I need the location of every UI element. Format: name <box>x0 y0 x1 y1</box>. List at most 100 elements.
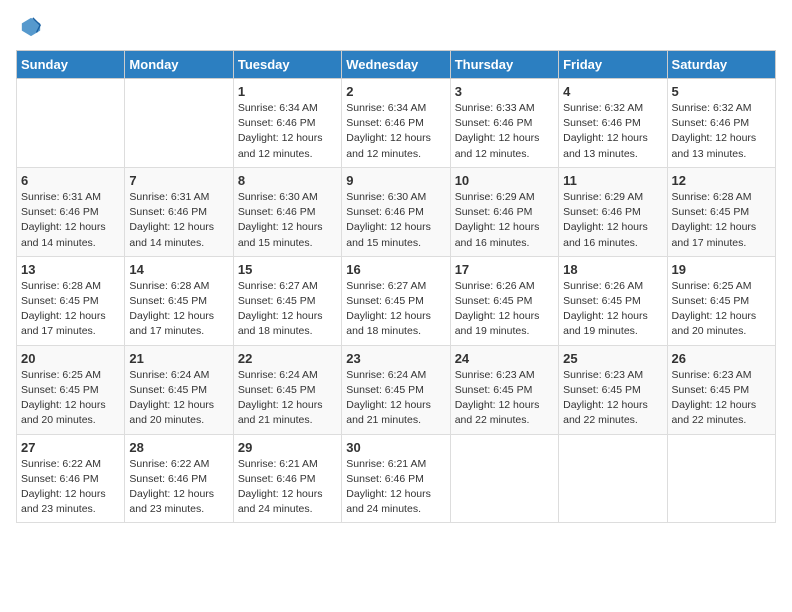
day-info: Sunrise: 6:31 AM Sunset: 6:46 PM Dayligh… <box>129 190 228 251</box>
day-number: 4 <box>563 84 662 99</box>
day-number: 26 <box>672 351 771 366</box>
day-info: Sunrise: 6:25 AM Sunset: 6:45 PM Dayligh… <box>21 368 120 429</box>
calendar-cell: 16 Sunrise: 6:27 AM Sunset: 6:45 PM Dayli… <box>342 256 450 345</box>
day-info: Sunrise: 6:28 AM Sunset: 6:45 PM Dayligh… <box>21 279 120 340</box>
calendar-cell: 26 Sunrise: 6:23 AM Sunset: 6:45 PM Dayli… <box>667 345 775 434</box>
day-info: Sunrise: 6:32 AM Sunset: 6:46 PM Dayligh… <box>672 101 771 162</box>
calendar-cell: 17 Sunrise: 6:26 AM Sunset: 6:45 PM Dayli… <box>450 256 558 345</box>
day-header-monday: Monday <box>125 51 233 79</box>
day-header-saturday: Saturday <box>667 51 775 79</box>
calendar-cell: 27 Sunrise: 6:22 AM Sunset: 6:46 PM Dayli… <box>17 434 125 523</box>
day-info: Sunrise: 6:26 AM Sunset: 6:45 PM Dayligh… <box>455 279 554 340</box>
day-number: 3 <box>455 84 554 99</box>
day-number: 18 <box>563 262 662 277</box>
day-number: 24 <box>455 351 554 366</box>
calendar-cell: 9 Sunrise: 6:30 AM Sunset: 6:46 PM Daylig… <box>342 167 450 256</box>
calendar-cell: 24Sunrise: 6:23 AM Sunset: 6:45 PM Dayli… <box>450 345 558 434</box>
day-number: 11 <box>563 173 662 188</box>
day-number: 8 <box>238 173 337 188</box>
day-header-friday: Friday <box>559 51 667 79</box>
day-number: 14 <box>129 262 228 277</box>
calendar-cell: 25 Sunrise: 6:23 AM Sunset: 6:45 PM Dayli… <box>559 345 667 434</box>
day-header-sunday: Sunday <box>17 51 125 79</box>
day-info: Sunrise: 6:28 AM Sunset: 6:45 PM Dayligh… <box>129 279 228 340</box>
calendar-cell: 12 Sunrise: 6:28 AM Sunset: 6:45 PM Dayli… <box>667 167 775 256</box>
day-number: 12 <box>672 173 771 188</box>
day-number: 28 <box>129 440 228 455</box>
calendar-cell: 4 Sunrise: 6:32 AM Sunset: 6:46 PM Daylig… <box>559 79 667 168</box>
calendar-cell: 23 Sunrise: 6:24 AM Sunset: 6:45 PM Dayli… <box>342 345 450 434</box>
day-number: 30 <box>346 440 445 455</box>
day-info: Sunrise: 6:28 AM Sunset: 6:45 PM Dayligh… <box>672 190 771 251</box>
calendar-cell: 2 Sunrise: 6:34 AM Sunset: 6:46 PM Daylig… <box>342 79 450 168</box>
day-info: Sunrise: 6:33 AM Sunset: 6:46 PM Dayligh… <box>455 101 554 162</box>
day-info: Sunrise: 6:27 AM Sunset: 6:45 PM Dayligh… <box>346 279 445 340</box>
calendar-cell: 15 Sunrise: 6:27 AM Sunset: 6:45 PM Dayli… <box>233 256 341 345</box>
calendar-cell <box>559 434 667 523</box>
day-number: 9 <box>346 173 445 188</box>
calendar-cell: 3 Sunrise: 6:33 AM Sunset: 6:46 PM Daylig… <box>450 79 558 168</box>
day-info: Sunrise: 6:23 AM Sunset: 6:45 PM Dayligh… <box>563 368 662 429</box>
calendar-cell <box>125 79 233 168</box>
day-info: Sunrise: 6:27 AM Sunset: 6:45 PM Dayligh… <box>238 279 337 340</box>
day-number: 19 <box>672 262 771 277</box>
day-info: Sunrise: 6:34 AM Sunset: 6:46 PM Dayligh… <box>346 101 445 162</box>
calendar-cell: 21 Sunrise: 6:24 AM Sunset: 6:45 PM Dayli… <box>125 345 233 434</box>
day-number: 22 <box>238 351 337 366</box>
day-number: 1 <box>238 84 337 99</box>
calendar-cell: 20 Sunrise: 6:25 AM Sunset: 6:45 PM Dayli… <box>17 345 125 434</box>
calendar-cell: 8 Sunrise: 6:30 AM Sunset: 6:46 PM Daylig… <box>233 167 341 256</box>
day-number: 5 <box>672 84 771 99</box>
header <box>16 16 776 38</box>
calendar-table: SundayMondayTuesdayWednesdayThursdayFrid… <box>16 50 776 523</box>
day-info: Sunrise: 6:31 AM Sunset: 6:46 PM Dayligh… <box>21 190 120 251</box>
day-number: 17 <box>455 262 554 277</box>
day-info: Sunrise: 6:30 AM Sunset: 6:46 PM Dayligh… <box>238 190 337 251</box>
calendar-cell: 10 Sunrise: 6:29 AM Sunset: 6:46 PM Dayli… <box>450 167 558 256</box>
day-info: Sunrise: 6:24 AM Sunset: 6:45 PM Dayligh… <box>238 368 337 429</box>
calendar-cell: 11 Sunrise: 6:29 AM Sunset: 6:46 PM Dayli… <box>559 167 667 256</box>
day-header-wednesday: Wednesday <box>342 51 450 79</box>
day-info: Sunrise: 6:29 AM Sunset: 6:46 PM Dayligh… <box>563 190 662 251</box>
calendar-cell: 29Sunrise: 6:21 AM Sunset: 6:46 PM Dayli… <box>233 434 341 523</box>
calendar-cell: 1 Sunrise: 6:34 AM Sunset: 6:46 PM Daylig… <box>233 79 341 168</box>
day-header-tuesday: Tuesday <box>233 51 341 79</box>
calendar-cell: 14 Sunrise: 6:28 AM Sunset: 6:45 PM Dayli… <box>125 256 233 345</box>
day-info: Sunrise: 6:25 AM Sunset: 6:45 PM Dayligh… <box>672 279 771 340</box>
day-number: 27 <box>21 440 120 455</box>
day-info: Sunrise: 6:26 AM Sunset: 6:45 PM Dayligh… <box>563 279 662 340</box>
day-number: 21 <box>129 351 228 366</box>
calendar-cell <box>450 434 558 523</box>
logo <box>16 16 42 38</box>
day-info: Sunrise: 6:23 AM Sunset: 6:45 PM Dayligh… <box>672 368 771 429</box>
day-info: Sunrise: 6:32 AM Sunset: 6:46 PM Dayligh… <box>563 101 662 162</box>
day-number: 15 <box>238 262 337 277</box>
calendar-cell: 6Sunrise: 6:31 AM Sunset: 6:46 PM Daylig… <box>17 167 125 256</box>
day-info: Sunrise: 6:34 AM Sunset: 6:46 PM Dayligh… <box>238 101 337 162</box>
logo-icon <box>20 16 42 38</box>
day-number: 20 <box>21 351 120 366</box>
day-header-thursday: Thursday <box>450 51 558 79</box>
day-number: 23 <box>346 351 445 366</box>
day-number: 13 <box>21 262 120 277</box>
day-info: Sunrise: 6:22 AM Sunset: 6:46 PM Dayligh… <box>21 457 120 518</box>
calendar-cell: 13 Sunrise: 6:28 AM Sunset: 6:45 PM Dayli… <box>17 256 125 345</box>
calendar-cell <box>667 434 775 523</box>
day-info: Sunrise: 6:29 AM Sunset: 6:46 PM Dayligh… <box>455 190 554 251</box>
day-info: Sunrise: 6:22 AM Sunset: 6:46 PM Dayligh… <box>129 457 228 518</box>
day-number: 16 <box>346 262 445 277</box>
calendar-cell: 18 Sunrise: 6:26 AM Sunset: 6:45 PM Dayli… <box>559 256 667 345</box>
day-info: Sunrise: 6:21 AM Sunset: 6:46 PM Dayligh… <box>238 457 337 518</box>
calendar-cell: 5 Sunrise: 6:32 AM Sunset: 6:46 PM Daylig… <box>667 79 775 168</box>
calendar-cell: 7 Sunrise: 6:31 AM Sunset: 6:46 PM Daylig… <box>125 167 233 256</box>
calendar-cell <box>17 79 125 168</box>
day-info: Sunrise: 6:24 AM Sunset: 6:45 PM Dayligh… <box>129 368 228 429</box>
day-info: Sunrise: 6:30 AM Sunset: 6:46 PM Dayligh… <box>346 190 445 251</box>
day-number: 10 <box>455 173 554 188</box>
day-number: 7 <box>129 173 228 188</box>
calendar-cell: 19 Sunrise: 6:25 AM Sunset: 6:45 PM Dayli… <box>667 256 775 345</box>
day-number: 2 <box>346 84 445 99</box>
calendar-cell: 22 Sunrise: 6:24 AM Sunset: 6:45 PM Dayli… <box>233 345 341 434</box>
day-info: Sunrise: 6:24 AM Sunset: 6:45 PM Dayligh… <box>346 368 445 429</box>
day-number: 25 <box>563 351 662 366</box>
